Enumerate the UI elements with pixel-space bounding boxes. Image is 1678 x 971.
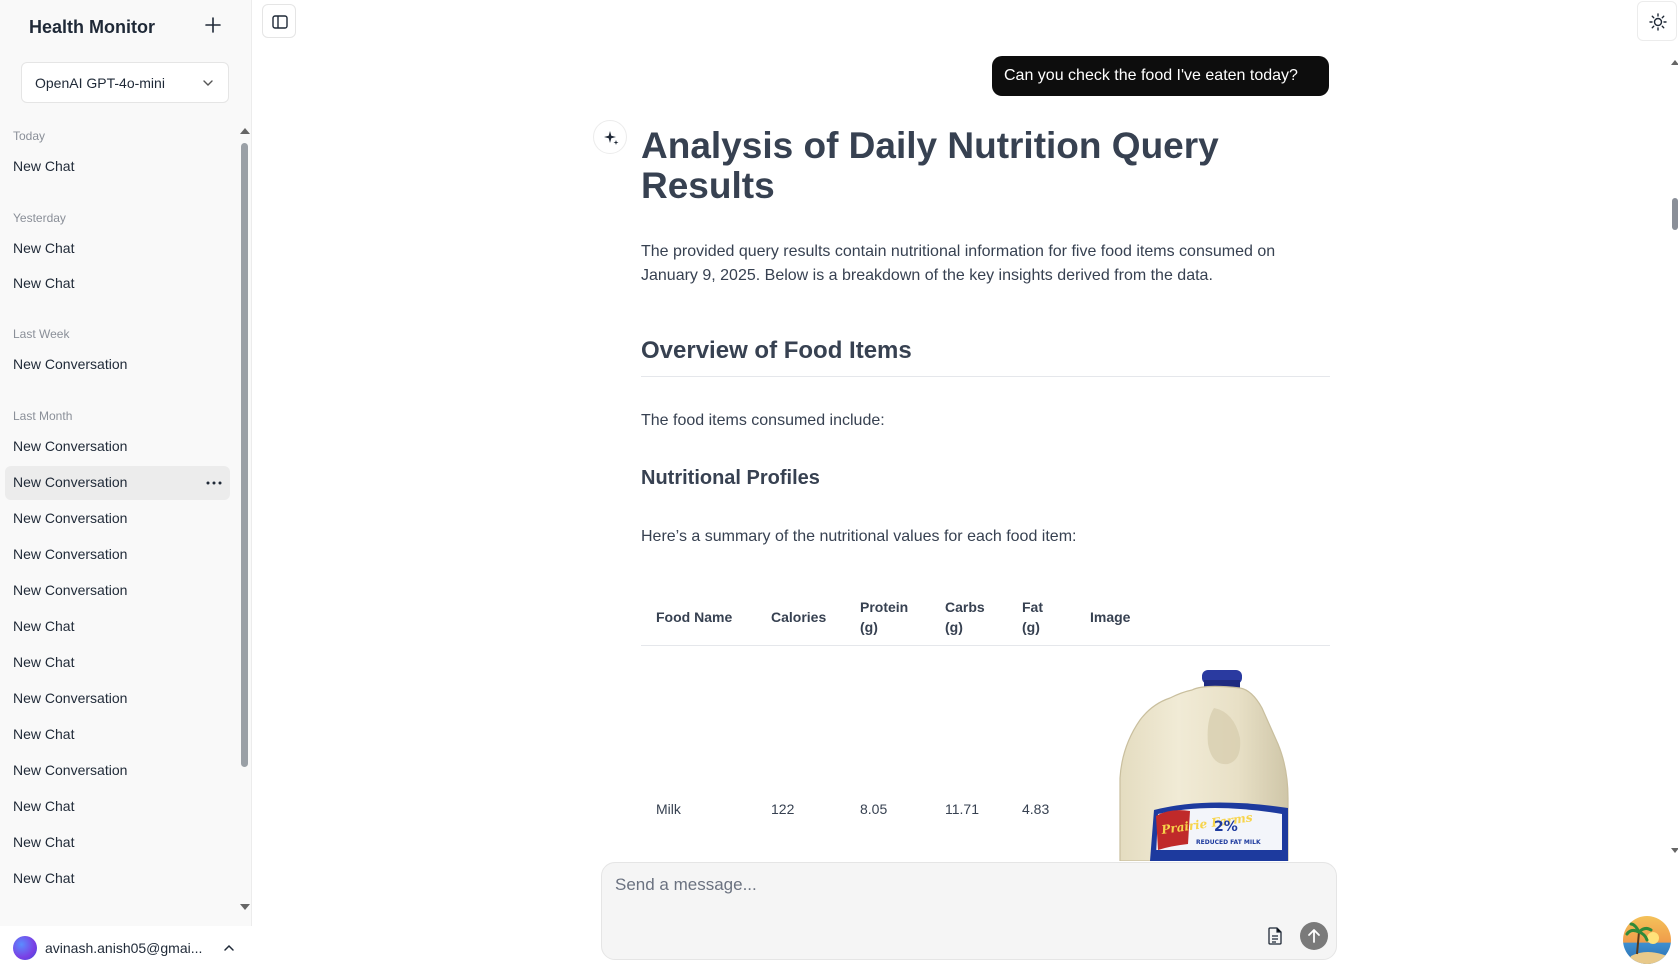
chat-item-label: New Conversation [13,582,128,598]
chat-item-label: New Conversation [13,510,128,526]
table-header-protein-unit: (g) [860,619,878,635]
table-header-fat: Fat [1022,599,1043,615]
chat-item[interactable]: New Chat [5,610,230,644]
table-cell-protein: 8.05 [860,801,888,817]
chevron-up-icon[interactable] [223,942,235,954]
chat-item-label: New Conversation [13,762,128,778]
divider [641,376,1330,377]
response-title: Analysis of Daily Nutrition Query Result… [641,125,1219,206]
chat-item[interactable]: New Chat [5,646,230,680]
assistant-widget-avatar[interactable] [1623,916,1671,964]
scroll-up-arrow[interactable] [240,128,250,134]
chat-item-label: New Chat [13,654,75,670]
sub-text: Here’s a summary of the nutritional valu… [641,528,1077,545]
table-header [641,596,1330,646]
chat-item-label: New Chat [13,798,75,814]
chat-item-active[interactable]: New Conversation [5,466,230,500]
chat-item[interactable]: New Conversation [5,682,230,716]
milk-jug-image: Prairie Farms 2% REDUCED FAT MILK [1118,668,1296,861]
table-header-protein: Protein [860,599,909,615]
user-email[interactable]: avinash.anish05@gmai... [45,940,202,956]
chat-item[interactable]: New Chat [5,826,230,860]
chat-item[interactable]: New Conversation [5,430,230,464]
sidebar-icon [272,15,288,29]
assistant-avatar [593,120,627,154]
chat-item-label: New Chat [13,158,75,174]
new-chat-button[interactable] [202,14,224,36]
group-label-last-month: Last Month [13,409,73,423]
chat-item[interactable]: New Chat [5,267,230,301]
send-button[interactable] [1300,922,1328,950]
chat-item-label: New Conversation [13,438,128,454]
sub-heading: Nutritional Profiles [641,467,820,489]
chat-item-label: New Conversation [13,474,128,490]
chat-item[interactable]: New Conversation [5,348,230,382]
table-cell-calories: 122 [771,801,795,817]
section-text: The food items consumed include: [641,412,885,429]
chat-item[interactable]: New Chat [5,232,230,266]
chat-item-label: New Chat [13,870,75,886]
table-cell-food: Milk [656,801,681,817]
table-header-food: Food Name [656,609,733,625]
message-input[interactable]: Send a message... [615,875,757,895]
chat-item[interactable]: New Conversation [5,502,230,536]
response-intro: The provided query results contain nutri… [641,243,1276,284]
theme-toggle-button[interactable] [1637,1,1677,41]
chat-item-label: New Chat [13,834,75,850]
scroll-down-arrow[interactable] [240,904,250,910]
model-name: OpenAI GPT-4o-mini [35,75,165,91]
group-label-last-week: Last Week [13,327,70,341]
table-cell-fat: 4.83 [1022,801,1050,817]
chat-item-label: New Chat [13,618,75,634]
arrow-up-icon [1308,929,1320,943]
chat-item-label: New Chat [13,726,75,742]
group-label-today: Today [13,129,46,143]
sidebar-header: Health Monitor [0,0,252,54]
model-selector[interactable]: OpenAI GPT-4o-mini [21,62,229,103]
document-icon[interactable] [1267,927,1283,945]
group-label-yesterday: Yesterday [13,211,66,225]
table-header-carbs: Carbs [945,599,985,615]
chat-item[interactable]: New Chat [5,790,230,824]
table-header-fat-unit: (g) [1022,619,1040,635]
milk-percent-text: 2% [1214,819,1238,835]
sun-icon [1649,13,1667,31]
avatar[interactable] [13,936,37,960]
milk-label-text: REDUCED FAT MILK [1196,839,1261,846]
chat-item-label: New Conversation [13,690,128,706]
table-header-calories: Calories [771,609,827,625]
main-scroll-up-arrow[interactable] [1671,60,1678,65]
chat-item-label: New Conversation [13,356,128,372]
chat-item[interactable]: New Chat [5,150,230,184]
chevron-down-icon [203,80,213,86]
table-header-carbs-unit: (g) [945,619,963,635]
table-header-image: Image [1090,609,1131,625]
section-heading: Overview of Food Items [641,337,912,364]
message-composer[interactable]: Send a message... [601,862,1337,960]
chat-item-label: New Chat [13,240,75,256]
sidebar-scrollbar[interactable] [241,143,248,767]
chat-item-label: New Chat [13,275,75,291]
chat-item[interactable]: New Conversation [5,754,230,788]
chat-item[interactable]: New Conversation [5,538,230,572]
sidebar: Health Monitor OpenAI GPT-4o-mini Today … [0,0,252,971]
sidebar-toggle-button[interactable] [262,4,296,38]
chat-item-label: New Conversation [13,546,128,562]
user-message: Can you check the food I've eaten today? [992,56,1329,96]
app-title: Health Monitor [29,17,155,37]
main-scrollbar[interactable] [1672,198,1678,230]
table-cell-carbs: 11.71 [945,801,979,817]
chat-item[interactable]: New Conversation [5,574,230,608]
chat-item[interactable]: New Chat [5,862,230,896]
plus-icon [205,17,221,33]
more-options-icon[interactable] [206,481,222,485]
sparkle-icon [604,131,619,145]
chat-item[interactable]: New Chat [5,718,230,752]
main-scroll-down-arrow[interactable] [1671,848,1678,853]
chat-history-list: Today New Chat Yesterday New Chat New Ch… [0,122,236,924]
